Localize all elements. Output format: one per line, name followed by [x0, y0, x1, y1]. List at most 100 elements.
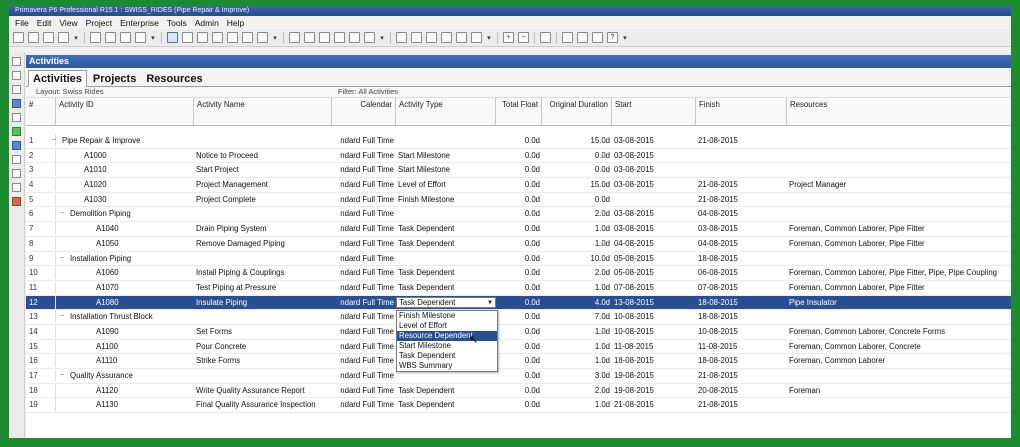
activity-type[interactable]: Level of Effort: [398, 178, 496, 191]
activity-name[interactable]: Project Management: [196, 178, 332, 191]
activity-type[interactable]: Finish Milestone: [398, 193, 496, 206]
activity-type[interactable]: Start Milestone: [398, 149, 496, 162]
chevron-down-icon[interactable]: ▾: [73, 32, 79, 43]
bars-icon[interactable]: [304, 32, 315, 43]
print-icon[interactable]: [43, 32, 54, 43]
level-icon[interactable]: [411, 32, 422, 43]
notebook-icon[interactable]: [577, 32, 588, 43]
activity-name[interactable]: Project Complete: [196, 193, 332, 206]
tracking-nav-icon[interactable]: [12, 85, 21, 94]
chevron-down-icon[interactable]: ▾: [150, 32, 156, 43]
activity-type[interactable]: [398, 207, 496, 220]
table-row[interactable]: 8 A1050 Remove Damaged Piping Task Dependen…: [26, 236, 1011, 252]
filter-label[interactable]: Filter: All Activities: [338, 87, 398, 97]
dropdown-option[interactable]: WBS Summary: [397, 361, 497, 371]
table-row[interactable]: 13− Installation Thrust Block ndard Full T…: [26, 310, 1011, 325]
col-calendar-header[interactable]: Calendar: [332, 98, 396, 125]
table-row[interactable]: 5 A1030 Project Complete Finish Milestone nd…: [26, 192, 1011, 208]
menu-enterprise[interactable]: Enterprise: [116, 18, 163, 28]
activity-name[interactable]: Final Quality Assurance Inspection: [196, 398, 332, 411]
activity-name[interactable]: Drain Piping System: [196, 222, 332, 235]
activities-nav-icon[interactable]: [12, 113, 21, 122]
activity-type[interactable]: Task Dependent: [398, 384, 496, 397]
col-activity-type-header[interactable]: Activity Type: [396, 98, 496, 125]
col-start-header[interactable]: Start: [612, 98, 696, 125]
table-row[interactable]: 9− Installation Piping ndard Full Time 0.0d…: [26, 251, 1011, 267]
activity-name[interactable]: Install Piping & Couplings: [196, 266, 332, 279]
table-row[interactable]: 12 A1080 Insulate Piping Task Dependent ▼ nda…: [26, 295, 1011, 311]
col-activity-id-header[interactable]: Activity ID: [56, 98, 194, 125]
layout-label[interactable]: Layout: Swiss Rides: [26, 87, 338, 97]
resources-nav-icon[interactable]: [12, 127, 21, 136]
activity-name[interactable]: Pour Concrete: [196, 340, 332, 353]
cut-icon[interactable]: [90, 32, 101, 43]
chevron-down-icon[interactable]: ▾: [379, 32, 385, 43]
save-icon[interactable]: [28, 32, 39, 43]
table-row[interactable]: 15 A1100 Pour Concrete ndard Full Time 0.0d 1…: [26, 339, 1011, 355]
table-row[interactable]: 11 A1070 Test Piping at Pressure Task Depen…: [26, 280, 1011, 296]
table-row[interactable]: 2 A1000 Notice to Proceed Start Milestone nd…: [26, 148, 1011, 164]
resources-icon[interactable]: [212, 32, 223, 43]
menu-help[interactable]: Help: [223, 18, 248, 28]
zoom-in-icon[interactable]: +: [503, 32, 514, 43]
col-duration-header[interactable]: Original Duration: [542, 98, 612, 125]
pointer-icon[interactable]: [135, 32, 146, 43]
table-row[interactable]: 16 A1110 Strike Forms ndard Full Time 0.0d 1.…: [26, 354, 1011, 369]
wbs-nav-icon[interactable]: [12, 71, 21, 80]
menu-tools[interactable]: Tools: [163, 18, 191, 28]
link-icon[interactable]: [426, 32, 437, 43]
tracking-icon[interactable]: [242, 32, 253, 43]
menu-file[interactable]: File: [11, 18, 33, 28]
activity-name[interactable]: Notice to Proceed: [196, 149, 332, 162]
paste-icon[interactable]: [120, 32, 131, 43]
menu-admin[interactable]: Admin: [191, 18, 223, 28]
schedule-icon[interactable]: [396, 32, 407, 43]
projects-nav-icon[interactable]: [12, 99, 21, 108]
activity-type[interactable]: Task Dependent: [398, 281, 496, 294]
table-row[interactable]: 18 A1120 Write Quality Assurance Report Tas…: [26, 383, 1011, 399]
wbs-icon[interactable]: [182, 32, 193, 43]
print-preview-icon[interactable]: [58, 32, 69, 43]
activity-name[interactable]: Set Forms: [196, 325, 332, 338]
activity-name[interactable]: Test Piping at Pressure: [196, 281, 332, 294]
activity-type-dropdown[interactable]: Task Dependent ▼: [396, 296, 496, 308]
assignments-icon[interactable]: [227, 32, 238, 43]
activity-type[interactable]: Start Milestone: [398, 163, 496, 176]
table-row[interactable]: 1− Pipe Repair & Improve ndard Full Time 0.…: [26, 134, 1011, 149]
activity-name[interactable]: Strike Forms: [196, 354, 332, 367]
dropdown-option[interactable]: Start Milestone: [397, 341, 497, 351]
col-activity-name-header[interactable]: Activity Name: [194, 98, 332, 125]
col-num-header[interactable]: #: [26, 98, 56, 125]
details-icon[interactable]: [562, 32, 573, 43]
tab-activities[interactable]: Activities: [28, 70, 87, 87]
columns-icon[interactable]: [289, 32, 300, 43]
table-row[interactable]: 10 A1060 Install Piping & Couplings Task De…: [26, 266, 1011, 281]
help-icon[interactable]: ?: [607, 32, 618, 43]
col-total-float-header[interactable]: Total Float: [496, 98, 542, 125]
chevron-down-icon[interactable]: ▾: [486, 32, 492, 43]
table-row[interactable]: 4 A1020 Project Management Level of Effort n…: [26, 178, 1011, 193]
unlink-icon[interactable]: [441, 32, 452, 43]
open-icon[interactable]: [13, 32, 24, 43]
collapse-toggle-icon[interactable]: −: [60, 252, 68, 265]
collapse-toggle-icon[interactable]: −: [60, 369, 68, 382]
activity-name[interactable]: Start Project: [196, 163, 332, 176]
issues-nav-icon[interactable]: [12, 183, 21, 192]
zoom-icon[interactable]: [364, 32, 375, 43]
menu-edit[interactable]: Edit: [33, 18, 56, 28]
activity-name[interactable]: Insulate Piping: [196, 296, 332, 309]
table-row[interactable]: 7 A1040 Drain Piping System Task Dependent n…: [26, 222, 1011, 237]
chevron-down-icon[interactable]: ▾: [622, 32, 628, 43]
thresholds-nav-icon[interactable]: [12, 169, 21, 178]
assignments-nav-icon[interactable]: [12, 141, 21, 150]
activity-type[interactable]: Task Dependent: [398, 398, 496, 411]
tab-resources[interactable]: Resources: [142, 71, 206, 86]
risks-nav-icon[interactable]: [12, 197, 21, 206]
activity-type[interactable]: Task Dependent: [398, 266, 496, 279]
col-resources-header[interactable]: Resources: [787, 98, 1011, 125]
col-finish-header[interactable]: Finish: [696, 98, 787, 125]
directory-icon[interactable]: [12, 57, 21, 66]
activity-name[interactable]: Write Quality Assurance Report: [196, 384, 332, 397]
layout-icon[interactable]: [349, 32, 360, 43]
documents-nav-icon[interactable]: [12, 155, 21, 164]
